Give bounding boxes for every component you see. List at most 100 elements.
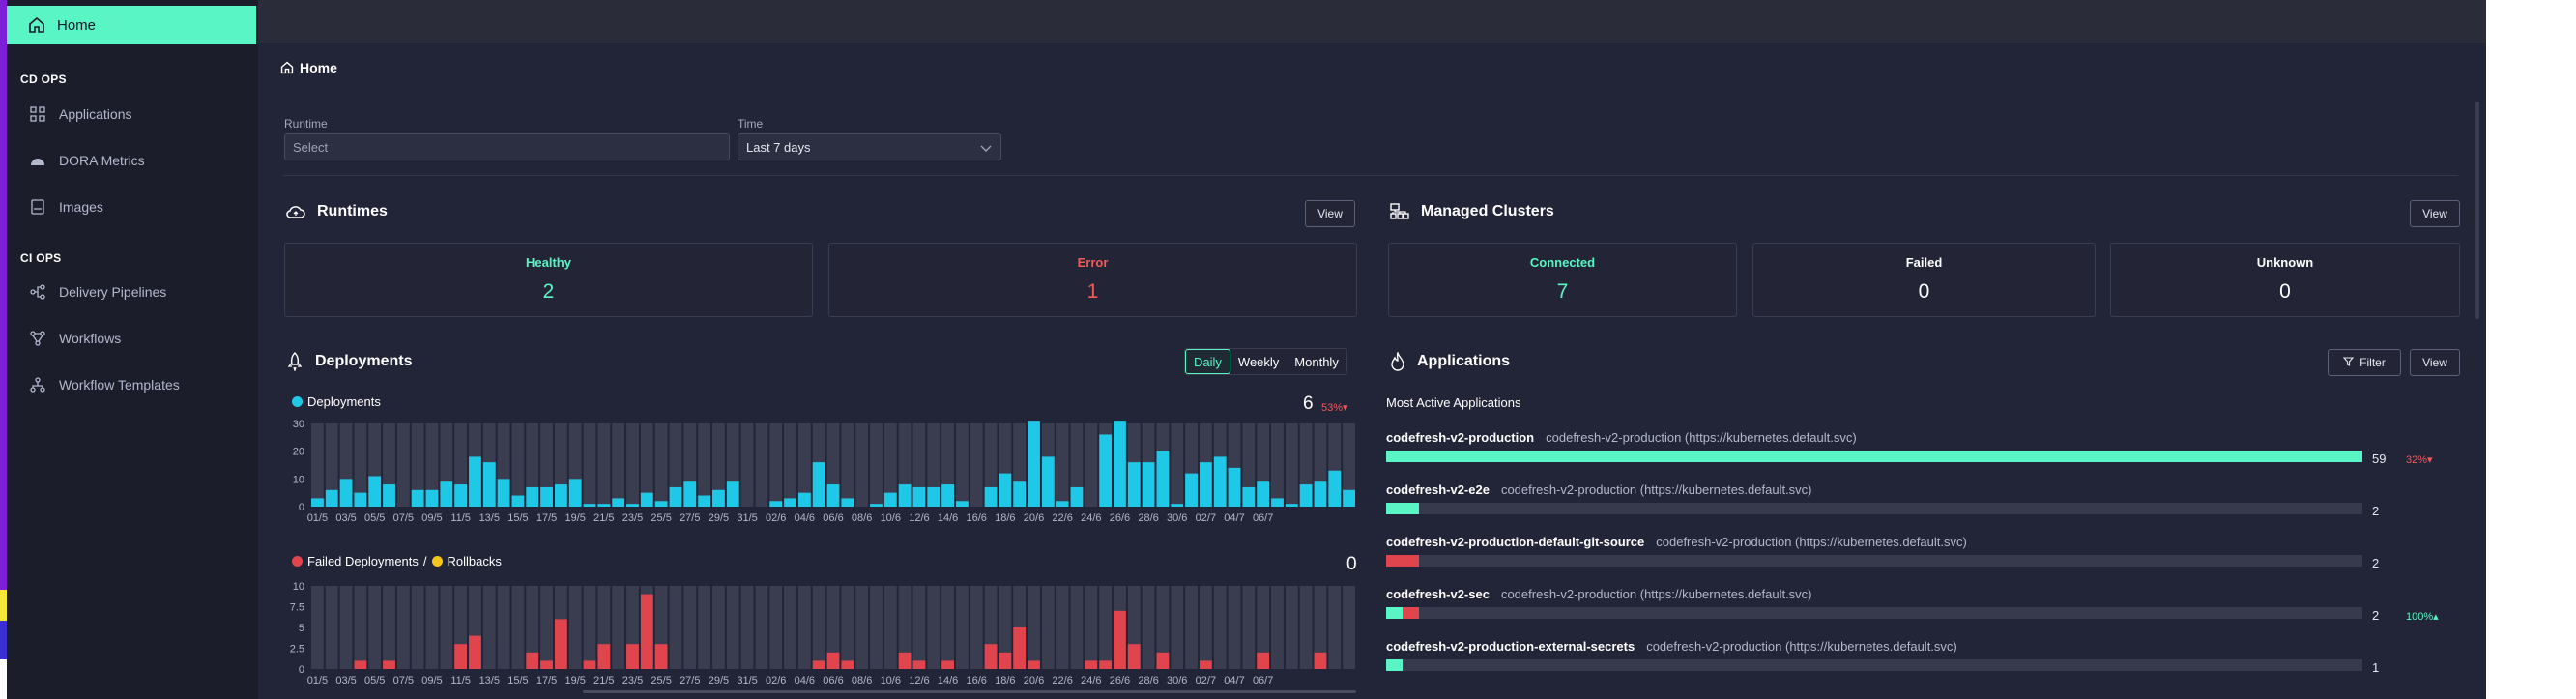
deployment-bar[interactable] xyxy=(1242,486,1256,507)
deployment-bar[interactable] xyxy=(511,495,525,507)
deployment-bar[interactable] xyxy=(1056,501,1069,507)
deployment-bar[interactable] xyxy=(311,498,324,507)
applications-filter-button[interactable]: Filter xyxy=(2328,349,2401,376)
deployment-bar[interactable] xyxy=(999,473,1012,507)
deployment-bar[interactable] xyxy=(568,479,582,507)
deployment-bar[interactable] xyxy=(540,486,553,507)
deployment-bar[interactable] xyxy=(1185,473,1198,507)
tab-monthly[interactable]: Monthly xyxy=(1287,349,1346,374)
sidebar-item-applications[interactable]: Applications xyxy=(28,102,132,126)
failed-bar[interactable] xyxy=(1199,660,1212,669)
deployment-bar[interactable] xyxy=(1013,481,1027,507)
deployment-bar[interactable] xyxy=(1099,434,1113,507)
failed-bar[interactable] xyxy=(626,644,639,669)
failed-bar[interactable] xyxy=(354,660,367,669)
deployment-bar[interactable] xyxy=(526,486,539,507)
failed-bar[interactable] xyxy=(1099,660,1113,669)
deployment-bar[interactable] xyxy=(927,486,941,507)
tab-daily[interactable]: Daily xyxy=(1185,349,1230,374)
deployment-bar[interactable] xyxy=(1127,462,1141,507)
runtime-error-card[interactable]: Error 1 xyxy=(828,243,1357,317)
deployment-bar[interactable] xyxy=(797,492,811,507)
failed-bar[interactable] xyxy=(984,644,998,669)
breadcrumb[interactable]: Home xyxy=(280,60,337,75)
deployment-bar[interactable] xyxy=(497,479,510,507)
deployment-bar[interactable] xyxy=(870,504,883,507)
deployment-bar[interactable] xyxy=(583,504,596,507)
failed-bar[interactable] xyxy=(1127,644,1141,669)
deployment-bar[interactable] xyxy=(683,481,697,507)
deployment-bar[interactable] xyxy=(440,481,453,507)
runtime-select[interactable]: Select xyxy=(284,133,730,160)
deployment-bar[interactable] xyxy=(898,484,912,507)
failed-bar[interactable] xyxy=(554,619,567,669)
deployment-bar[interactable] xyxy=(1114,421,1126,507)
deployment-bar[interactable] xyxy=(1285,504,1298,507)
sidebar-item-dora-metrics[interactable]: DORA Metrics xyxy=(28,149,145,172)
deployment-bar[interactable] xyxy=(769,501,783,507)
runtimes-view-button[interactable]: View xyxy=(1305,200,1355,227)
deployment-bar[interactable] xyxy=(612,498,625,507)
failed-bar[interactable] xyxy=(1013,627,1027,669)
deployment-bar[interactable] xyxy=(1314,481,1327,507)
deployment-bar[interactable] xyxy=(1199,462,1212,507)
runtime-healthy-card[interactable]: Healthy 2 xyxy=(284,243,813,317)
cluster-unknown-card[interactable]: Unknown 0 xyxy=(2110,243,2460,317)
deployment-bar[interactable] xyxy=(1271,498,1284,507)
deployment-bar[interactable] xyxy=(339,479,353,507)
deployment-bar[interactable] xyxy=(826,484,840,507)
clusters-view-button[interactable]: View xyxy=(2410,200,2460,227)
failed-bar[interactable] xyxy=(1028,660,1040,669)
deployment-bar[interactable] xyxy=(1171,504,1184,507)
deployment-bar[interactable] xyxy=(955,501,969,507)
scrollbar-thumb[interactable] xyxy=(2475,102,2479,319)
deployment-bar[interactable] xyxy=(784,498,796,507)
deployment-bar[interactable] xyxy=(1142,462,1155,507)
failed-bar[interactable] xyxy=(1085,660,1098,669)
failed-bar[interactable] xyxy=(1314,652,1327,669)
deployment-bar[interactable] xyxy=(425,489,439,507)
deployment-bar[interactable] xyxy=(1041,456,1055,507)
failed-bar[interactable] xyxy=(383,660,395,669)
deployment-bar[interactable] xyxy=(1299,484,1313,507)
failed-bar[interactable] xyxy=(583,660,596,669)
deployment-bar[interactable] xyxy=(411,489,424,507)
failed-bar[interactable] xyxy=(1156,652,1170,669)
sidebar-item-workflow-templates[interactable]: Workflow Templates xyxy=(28,373,180,396)
failed-bar[interactable] xyxy=(841,660,854,669)
deployment-bar[interactable] xyxy=(1156,451,1170,507)
failed-bar[interactable] xyxy=(812,660,825,669)
deployment-bar[interactable] xyxy=(912,486,926,507)
list-item[interactable]: codefresh-v2-production-external-secrets… xyxy=(1386,639,2459,687)
list-item[interactable]: codefresh-v2-production codefresh-v2-prod… xyxy=(1386,430,2459,479)
deployment-bar[interactable] xyxy=(984,486,998,507)
deployment-bar[interactable] xyxy=(1070,486,1084,507)
deployment-bar[interactable] xyxy=(698,495,711,507)
failed-bar[interactable] xyxy=(640,594,653,669)
deployment-bar[interactable] xyxy=(368,476,382,507)
deployment-bar[interactable] xyxy=(597,504,611,507)
failed-bar[interactable] xyxy=(826,652,840,669)
list-item[interactable]: codefresh-v2-production-default-git-sour… xyxy=(1386,535,2459,583)
list-item[interactable]: codefresh-v2-sec codefresh-v2-production … xyxy=(1386,587,2459,635)
deployment-bar[interactable] xyxy=(1343,489,1355,507)
failed-bar[interactable] xyxy=(526,652,539,669)
time-select[interactable]: Last 7 days xyxy=(738,133,1001,160)
deployment-bar[interactable] xyxy=(469,456,481,507)
deployment-bar[interactable] xyxy=(812,462,825,507)
deployment-bar[interactable] xyxy=(325,489,338,507)
deployment-bar[interactable] xyxy=(712,489,725,507)
failed-bar[interactable] xyxy=(1114,610,1126,669)
tab-weekly[interactable]: Weekly xyxy=(1230,349,1288,374)
deployment-bar[interactable] xyxy=(883,492,897,507)
deployment-bar[interactable] xyxy=(654,501,668,507)
sidebar-item-home[interactable]: Home xyxy=(7,6,256,44)
failed-bar[interactable] xyxy=(898,652,912,669)
deployment-bar[interactable] xyxy=(482,462,496,507)
deployment-bar[interactable] xyxy=(941,484,954,507)
deployment-bar[interactable] xyxy=(669,486,682,507)
list-item[interactable]: codefresh-v2-e2e codefresh-v2-production … xyxy=(1386,482,2459,531)
failed-bar[interactable] xyxy=(654,644,668,669)
deployment-bar[interactable] xyxy=(626,504,639,507)
deployment-bar[interactable] xyxy=(383,484,395,507)
